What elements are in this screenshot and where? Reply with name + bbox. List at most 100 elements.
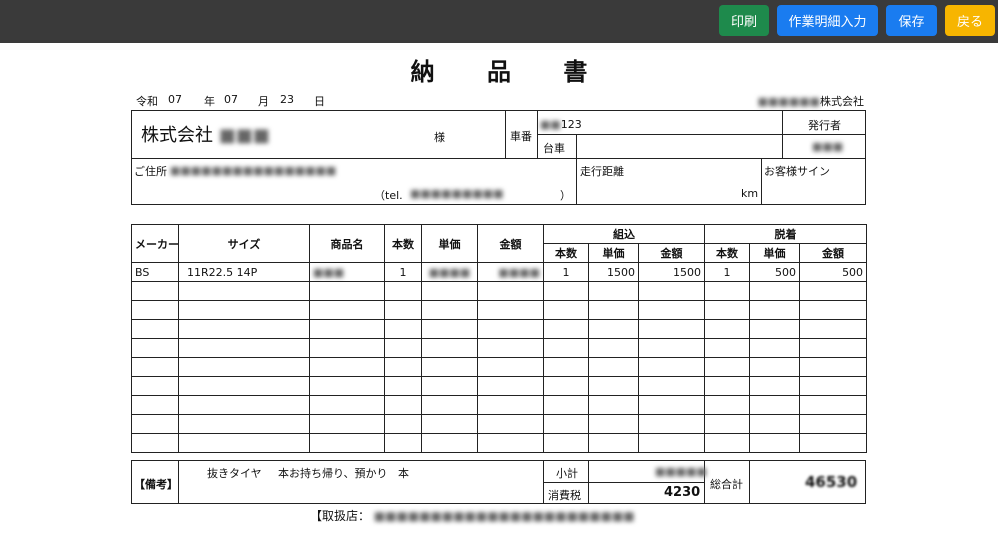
vehicle-number-value: ■■123 <box>540 118 582 131</box>
table-cell <box>384 395 422 415</box>
table-cell <box>749 376 801 396</box>
table-cell <box>588 376 639 396</box>
table-cell <box>178 281 310 301</box>
customer-name: 株式会社 ■■■ <box>141 121 270 147</box>
table-row <box>131 433 868 453</box>
table-cell <box>799 414 868 434</box>
table-cell <box>178 357 310 377</box>
table-cell <box>384 281 422 301</box>
table-cell <box>384 376 422 396</box>
table-cell <box>704 414 751 434</box>
cell-assembly-qty: 1 <box>543 262 589 282</box>
table-cell <box>309 414 385 434</box>
divider <box>543 482 704 483</box>
cell-removal-unit-price: 500 <box>749 262 801 282</box>
table-cell <box>799 319 868 339</box>
date-month: 07 <box>224 93 238 106</box>
document-title: 納 品 書 <box>410 58 610 86</box>
cell-assembly-amount: 1500 <box>637 262 706 282</box>
table-cell <box>749 338 801 358</box>
table-cell <box>477 376 544 396</box>
issuer-company: ■■■■■■株式会社 <box>738 93 864 109</box>
work-detail-input-button[interactable]: 作業明細入力 <box>777 5 878 36</box>
divider <box>576 158 577 205</box>
table-row <box>131 395 868 415</box>
table-cell <box>749 395 801 415</box>
divider <box>749 460 750 504</box>
chassis-label: 台車 <box>543 142 565 155</box>
table-cell <box>588 338 639 358</box>
table-cell <box>421 414 478 434</box>
header-unit-price: 単価 <box>421 224 478 263</box>
cell-maker: BS <box>131 262 179 282</box>
date-day: 23 <box>280 93 294 106</box>
table-cell <box>131 338 179 358</box>
tel-label: （tel. <box>374 189 403 202</box>
table-cell <box>131 376 179 396</box>
cell-removal-amount: 500 <box>799 262 868 282</box>
subtotal-label: 小計 <box>556 467 578 480</box>
table-cell <box>799 338 868 358</box>
table-cell <box>309 357 385 377</box>
date-era: 令和 <box>136 95 158 108</box>
table-cell <box>704 338 751 358</box>
issuer-name: ■■■ <box>812 140 843 153</box>
table-cell <box>704 300 751 320</box>
subtotal-value: ■■■■■ <box>655 465 707 478</box>
redacted-text: ■■■■ <box>428 265 471 279</box>
table-cell <box>309 395 385 415</box>
redacted-text: ■■■■■ <box>655 465 707 478</box>
print-button[interactable]: 印刷 <box>719 5 769 36</box>
table-cell <box>588 414 639 434</box>
mileage-label: 走行距離 <box>580 165 624 178</box>
table-cell <box>178 338 310 358</box>
table-cell <box>477 395 544 415</box>
tel-close: ） <box>560 189 571 202</box>
table-cell <box>309 338 385 358</box>
table-cell <box>749 414 801 434</box>
top-toolbar: 印刷 作業明細入力 保存 戻る <box>0 0 998 43</box>
table-cell <box>178 376 310 396</box>
table-cell <box>131 300 179 320</box>
table-cell <box>131 414 179 434</box>
table-cell <box>421 395 478 415</box>
header-assembly-unit-price: 単価 <box>588 243 639 263</box>
table-cell <box>131 395 179 415</box>
divider <box>178 460 179 504</box>
table-cell <box>421 357 478 377</box>
table-cell <box>131 281 179 301</box>
items-table: メーカー サイズ 商品名 本数 単価 金額 組込 脱着 本数 単価 金額 本数 … <box>131 224 868 453</box>
table-row <box>131 300 868 320</box>
table-cell <box>309 300 385 320</box>
remarks-label: 【備考】 <box>134 478 178 491</box>
table-cell <box>543 319 589 339</box>
table-row <box>131 319 868 339</box>
vehicle-number-digits: 123 <box>560 118 582 131</box>
divider <box>131 158 866 159</box>
table-cell <box>637 414 706 434</box>
back-button[interactable]: 戻る <box>945 5 995 36</box>
table-cell <box>384 319 422 339</box>
table-row <box>131 338 868 358</box>
table-cell <box>543 433 589 453</box>
table-cell <box>543 395 589 415</box>
table-cell <box>543 338 589 358</box>
grand-total-label: 総合計 <box>710 478 743 491</box>
table-cell <box>543 300 589 320</box>
table-cell <box>637 376 706 396</box>
table-cell <box>421 300 478 320</box>
table-cell <box>309 281 385 301</box>
table-cell <box>309 376 385 396</box>
table-cell <box>131 433 179 453</box>
customer-signature-label: お客様サイン <box>764 165 830 178</box>
table-cell <box>588 300 639 320</box>
save-button[interactable]: 保存 <box>886 5 937 36</box>
table-cell <box>543 376 589 396</box>
table-cell <box>178 300 310 320</box>
table-cell <box>384 414 422 434</box>
cell-size: 11R22.5 14P <box>178 262 310 282</box>
table-cell <box>477 414 544 434</box>
table-cell <box>637 281 706 301</box>
header-removal: 脱着 <box>704 224 868 244</box>
table-cell <box>178 319 310 339</box>
